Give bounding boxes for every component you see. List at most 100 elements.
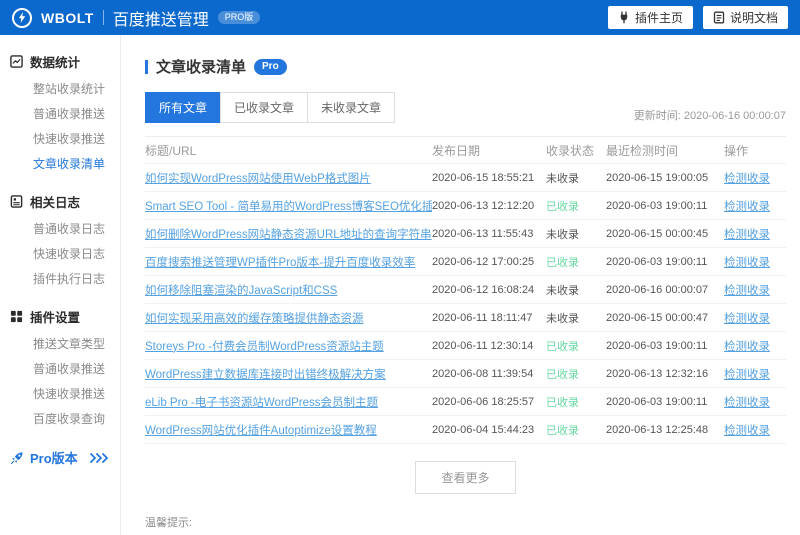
toolbar: 所有文章 已收录文章 未收录文章 更新时间: 2020-06-16 00:00:07 [145,92,786,123]
last-check-time: 2020-06-03 19:00:11 [606,255,708,268]
last-check-time: 2020-06-13 12:25:48 [606,423,709,436]
publish-date: 2020-06-08 11:39:54 [432,367,534,380]
sidebar-section: 数据统计 整站收录统计 普通收录推送 快速收录推送 文章收录清单 [0,47,120,176]
check-inclusion-link[interactable]: 检测收录 [724,422,786,438]
last-check-time: 2020-06-03 19:00:11 [606,339,708,352]
publish-date: 2020-06-15 18:55:21 [432,171,535,184]
sidebar-item[interactable]: 快速收录推送 [0,126,120,151]
table-row: 如何实现WordPress网站使用WebP格式图片 2020-06-15 18:5… [145,164,786,192]
table-row: WordPress网站优化插件Autoptimize设置教程 2020-06-04… [145,416,786,444]
page-pro-badge: Pro [254,58,287,75]
sidebar-item-pro-version[interactable]: Pro版本 [0,442,120,473]
check-inclusion-link[interactable]: 检测收录 [724,254,786,270]
sidebar-item[interactable]: 推送文章类型 [0,331,120,356]
load-more-wrap: 查看更多 [145,461,786,494]
sidebar-item[interactable]: 快速收录日志 [0,241,120,266]
table-row: WordPress建立数据库连接时出错终极解决方案 2020-06-08 11:3… [145,360,786,388]
plugin-home-button[interactable]: 插件主页 [607,6,693,29]
check-inclusion-link[interactable]: 检测收录 [724,310,786,326]
publish-date: 2020-06-12 16:08:24 [432,283,535,296]
table-row: Smart SEO Tool - 简单易用的WordPress博客SEO优化插件… [145,192,786,220]
sidebar-section-header: 数据统计 [0,47,120,76]
table-header-row: 标题/URL 发布日期 收录状态 最近检测时间 操作 [145,137,786,164]
article-title-link[interactable]: 如何删除WordPress网站静态资源URL地址的查询字符串 [145,226,432,242]
check-inclusion-link[interactable]: 检测收录 [724,366,786,382]
last-check-time: 2020-06-15 00:00:47 [606,311,709,324]
title-accent-bar [145,59,148,74]
sidebar-section: 相关日志 普通收录日志 快速收录日志 插件执行日志 [0,187,120,291]
check-inclusion-link[interactable]: 检测收录 [724,198,786,214]
check-inclusion-link[interactable]: 检测收录 [724,226,786,242]
docs-button[interactable]: 说明文档 [702,6,788,29]
last-check-time: 2020-06-15 00:00:45 [606,227,709,240]
article-title-link[interactable]: eLib Pro -电子书资源站WordPress会员制主题 [145,394,432,410]
publish-date: 2020-06-06 18:25:57 [432,395,535,408]
publish-date: 2020-06-13 11:55:43 [432,227,534,240]
article-title-link[interactable]: 如何实现WordPress网站使用WebP格式图片 [145,170,432,186]
page-title-row: 文章收录清单 Pro [145,56,786,77]
table-row: 如何删除WordPress网站静态资源URL地址的查询字符串 2020-06-13… [145,220,786,248]
publish-date: 2020-06-04 15:44:23 [432,423,535,436]
logs-icon [10,195,23,208]
sidebar-item[interactable]: 快速收录推送 [0,381,120,406]
last-check-time: 2020-06-15 19:00:05 [606,171,709,184]
wbolt-logo-icon [12,7,32,28]
last-check-time: 2020-06-03 19:00:11 [606,199,708,212]
article-title-link[interactable]: 百度搜索推送管理WP插件Pro版本-提升百度收录效率 [145,254,432,270]
sidebar-item[interactable]: 整站收录统计 [0,76,120,101]
column-header: 最近检测时间 [606,143,679,158]
last-check-time: 2020-06-16 00:00:07 [606,283,709,296]
article-title-link[interactable]: WordPress建立数据库连接时出错终极解决方案 [145,366,432,382]
table-row: 如何实现采用高效的缓存策略提供静态资源 2020-06-11 18:11:47 未收… [145,304,786,332]
status-badge: 未收录 [546,284,579,297]
sidebar-pro-label: Pro版本 [30,451,78,466]
sidebar-item[interactable]: 百度收录查询 [0,406,120,431]
sidebar-item[interactable]: 普通收录推送 [0,101,120,126]
status-badge: 已收录 [546,340,579,353]
status-badge: 未收录 [546,228,579,241]
check-inclusion-link[interactable]: 检测收录 [724,282,786,298]
tab[interactable]: 已收录文章 [220,92,309,123]
sidebar-item[interactable]: 文章收录清单 [0,151,120,176]
doc-icon [713,11,725,24]
last-check-time: 2020-06-03 19:00:11 [606,395,708,408]
publish-date: 2020-06-13 12:12:20 [432,199,535,212]
plugin-icon [618,11,630,24]
header-pro-badge: PRO版 [217,11,261,24]
table-row: eLib Pro -电子书资源站WordPress会员制主题 2020-06-06… [145,388,786,416]
sidebar-item[interactable]: 普通收录日志 [0,216,120,241]
brand-name: WBOLT [41,9,94,26]
load-more-button[interactable]: 查看更多 [415,461,516,494]
sidebar-item[interactable]: 普通收录推送 [0,356,120,381]
column-header: 发布日期 [432,143,481,158]
article-title-link[interactable]: Storeys Pro -付费会员制WordPress资源站主题 [145,338,432,354]
sidebar-item[interactable]: 插件执行日志 [0,266,120,291]
docs-button-label: 说明文档 [729,11,778,25]
status-badge: 已收录 [546,396,579,409]
publish-date: 2020-06-12 17:00:25 [432,255,535,268]
status-badge: 未收录 [546,312,579,325]
check-inclusion-link[interactable]: 检测收录 [724,394,786,410]
header-divider [102,10,104,25]
tips-title: 温馨提示: [145,517,193,529]
column-header: 操作 [724,143,749,158]
tab[interactable]: 所有文章 [145,92,222,123]
filter-tabs: 所有文章 已收录文章 未收录文章 [145,92,396,123]
page-title: 文章收录清单 [156,59,247,76]
check-inclusion-link[interactable]: 检测收录 [724,338,786,354]
main-content: 文章收录清单 Pro 所有文章 已收录文章 未收录文章 更新时间: 2020-06-… [121,35,800,535]
sidebar-section: 插件设置推送文章类型 普通收录推送 快速收录推送 百度收录查询 [0,302,120,431]
article-title-link[interactable]: WordPress网站优化插件Autoptimize设置教程 [145,422,432,438]
rocket-icon [10,451,24,465]
sidebar-section-header: 插件设置 [0,302,120,331]
tab[interactable]: 未收录文章 [307,92,396,123]
article-title-link[interactable]: 如何实现采用高效的缓存策略提供静态资源 [145,310,432,326]
sidebar-section-label: 插件设置 [30,311,81,325]
tips: 温馨提示: 文章百度收录状态仅供参考，实际收录情况以百度搜索为准；插件根据实际情… [145,515,786,535]
update-time: 更新时间: 2020-06-16 00:00:07 [633,110,786,122]
last-check-time: 2020-06-13 12:32:16 [606,367,709,380]
article-title-link[interactable]: 如何移除阻塞渲染的JavaScript和CSS [145,282,432,298]
check-inclusion-link[interactable]: 检测收录 [724,170,786,186]
status-badge: 已收录 [546,424,579,437]
article-title-link[interactable]: Smart SEO Tool - 简单易用的WordPress博客SEO优化插件 [145,198,432,214]
